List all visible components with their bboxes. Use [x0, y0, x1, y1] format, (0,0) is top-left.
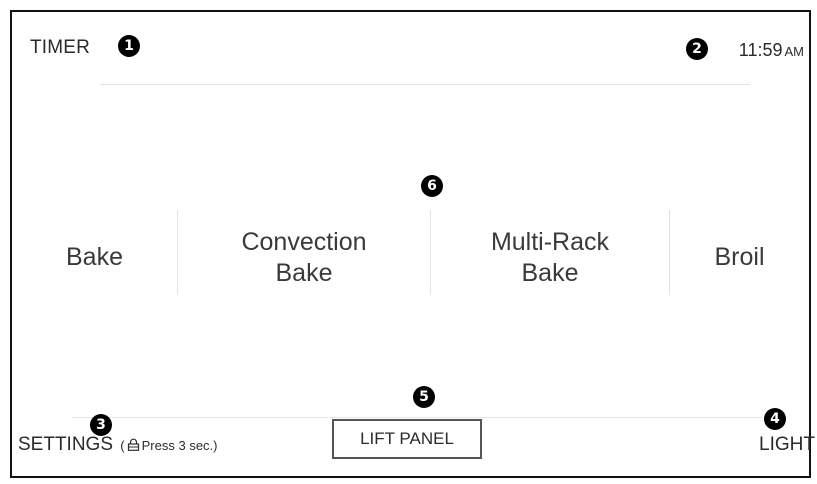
mode-label-line1: Convection [241, 227, 367, 256]
callout-3: 3 [90, 414, 112, 436]
settings-hint: ( Press 3 sec.) [120, 438, 217, 453]
hint-text: Press 3 sec.) [141, 438, 218, 453]
light-button[interactable]: LIGHT [759, 434, 815, 456]
top-divider [100, 84, 750, 85]
cooking-mode-row: Bake Convection Bake Multi-Rack Bake Bro… [12, 210, 809, 305]
mode-broil-button[interactable]: Broil [670, 210, 809, 305]
timer-button[interactable]: TIMER [30, 37, 90, 59]
mode-multi-rack-bake-button[interactable]: Multi-Rack Bake [431, 210, 669, 305]
callout-1: 1 [118, 35, 140, 57]
settings-label: SETTINGS [18, 434, 114, 455]
clock-display: 11:59 AM [739, 40, 804, 61]
clock-time: 11:59 [738, 40, 783, 60]
callout-4: 4 [764, 408, 786, 430]
mode-label-line1: Broil [714, 243, 765, 271]
mode-label-line1: Bake [66, 243, 123, 271]
callout-6: 6 [421, 175, 443, 197]
oven-control-display: TIMER 1 2 11:59 AM 6 Bake Convection Bake… [10, 10, 811, 478]
settings-button[interactable]: SETTINGS ( Press 3 sec.) [18, 434, 218, 456]
hint-paren: ( [120, 438, 125, 453]
lock-icon [127, 438, 140, 454]
clock-period: AM [784, 44, 805, 59]
mode-label-line2: Bake [275, 258, 333, 287]
mode-label-line2: Bake [521, 258, 579, 287]
lift-panel-button[interactable]: LIFT PANEL [332, 419, 482, 459]
bottom-divider [72, 417, 762, 418]
mode-label-line1: Multi-Rack [490, 227, 610, 256]
mode-bake-button[interactable]: Bake [12, 210, 177, 305]
mode-convection-bake-button[interactable]: Convection Bake [178, 210, 430, 305]
callout-5: 5 [413, 386, 435, 408]
callout-2: 2 [686, 38, 708, 60]
